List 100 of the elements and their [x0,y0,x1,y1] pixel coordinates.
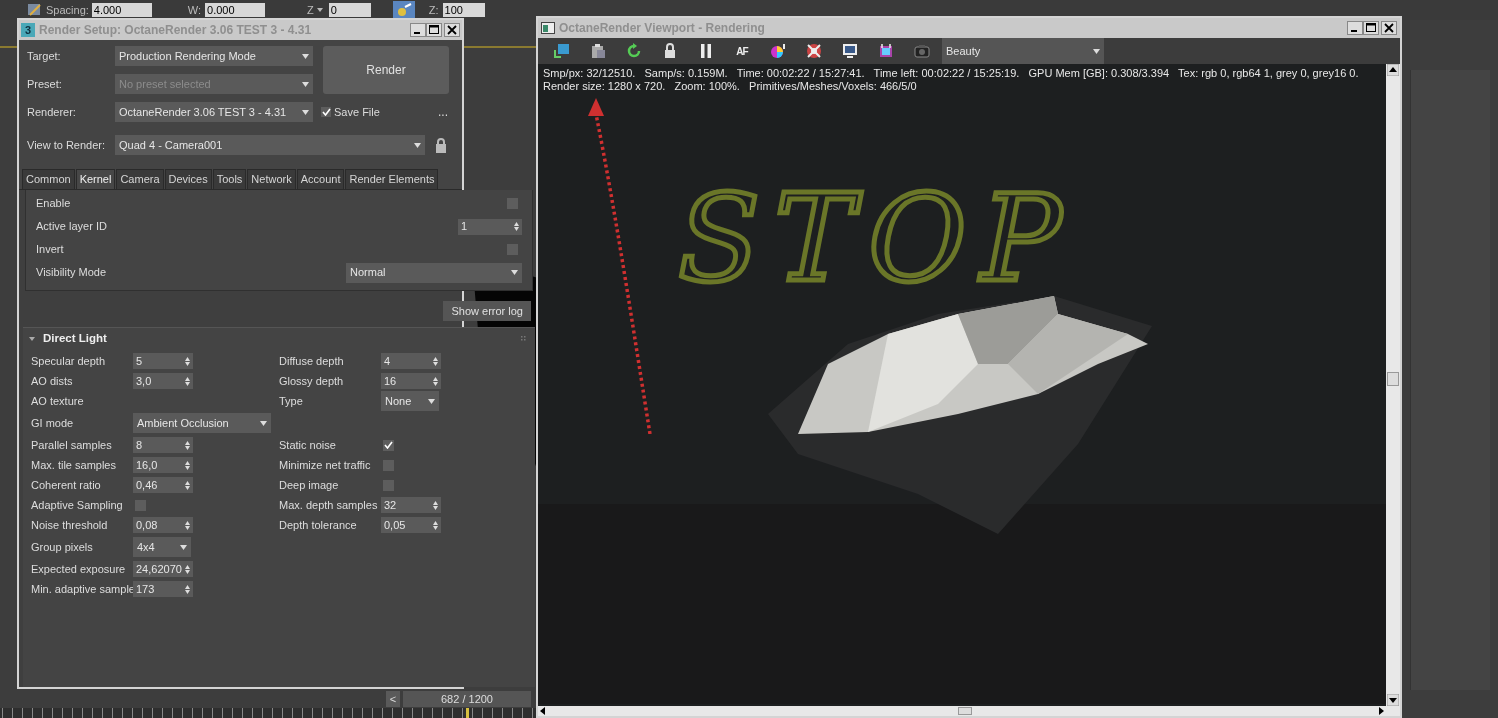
show-error-log-button[interactable]: Show error log [443,301,531,321]
axis-dropdown[interactable]: Z [307,1,323,19]
spinner-field[interactable]: 5 [133,353,193,369]
checkbox[interactable] [507,198,518,209]
minimize-icon[interactable] [1347,21,1363,35]
spinner-field[interactable]: 1 [458,218,522,235]
window-icon [541,22,555,34]
camera-icon[interactable] [913,42,931,60]
maximize-icon[interactable] [1363,21,1379,35]
color-wheel-icon[interactable] [769,42,787,60]
field-label: Spacing: [46,2,89,18]
spinner-field[interactable]: 0,46 [133,477,193,493]
width-field[interactable]: 0.000 [205,3,266,17]
checkbox[interactable] [383,459,394,471]
tab[interactable]: Account [296,169,345,189]
caret-icon [302,81,309,87]
close-icon[interactable] [1381,21,1397,35]
import-icon[interactable] [553,42,571,60]
caret-icon [260,420,267,426]
field-label: Expected exposure [31,561,127,577]
checkbox[interactable] [507,244,518,255]
spinner-arrows-icon [185,440,190,450]
previous-frame-button[interactable]: < [386,691,400,707]
caret-icon [1093,48,1100,54]
more-button[interactable]: ... [438,103,448,121]
field-label: Enable [36,196,71,212]
scrollbar-thumb[interactable] [958,707,972,715]
tab[interactable]: Common [22,169,75,189]
spinner-field[interactable]: 3,0 [133,373,193,389]
window-title: Render Setup: OctaneRender 3.06 TEST 3 - 4.31 [39,22,313,39]
field-label: Diffuse depth [279,353,345,369]
lock-icon[interactable] [435,137,447,153]
minimize-icon[interactable] [410,23,426,37]
vertical-scrollbar[interactable] [1386,64,1400,706]
field-label: Max. depth samples [279,497,379,513]
scrollbar-thumb[interactable] [1387,372,1399,386]
checkmark-icon [321,108,331,116]
field-label: Parallel samples [31,437,113,453]
z-field[interactable]: 0 [328,3,371,17]
tab[interactable]: Render Elements [345,169,439,189]
tab[interactable]: Devices [164,169,212,189]
spinner-field[interactable]: 4 [381,353,441,369]
clipboard-icon[interactable] [589,42,607,60]
spinner-field[interactable]: 8 [133,437,193,453]
refresh-icon[interactable] [625,42,643,60]
render-button[interactable]: Render [323,46,449,94]
pass-dropdown[interactable]: Beauty [942,38,1104,64]
view-dropdown[interactable]: Quad 4 - Camera001 [115,135,425,155]
field-label: W: [187,2,202,18]
checkbox[interactable] [383,439,394,451]
snap-tool-icon[interactable] [392,1,415,19]
horizontal-scrollbar[interactable] [538,706,1400,716]
field-label: Target: [27,48,62,64]
tab[interactable]: Camera [116,169,164,189]
spinner-field[interactable]: 16,0 [133,457,193,473]
dropdown[interactable]: None [381,391,439,411]
gi-mode-dropdown[interactable]: Ambient Occlusion [133,413,271,433]
field-label: Static noise [279,437,337,453]
af-icon[interactable]: AF [736,43,748,59]
tab[interactable]: Kernel [75,169,116,189]
render-stats-text: Render size: 1280 x 720. Zoom: 100%. Primitives/Meshes/Voxels: 466/5/0 [543,80,918,93]
spinner-field[interactable]: 24,62070 [133,561,193,577]
checkbox[interactable] [135,499,146,511]
tab[interactable]: Tools [212,169,247,189]
spinner-arrows-icon [185,460,190,470]
dropdown[interactable]: 4x4 [133,537,191,557]
disclosure-triangle-icon[interactable] [29,336,35,342]
spinner-field[interactable]: 32 [381,497,441,513]
field-label: Depth tolerance [279,517,358,533]
section-title: Direct Light [43,331,107,347]
field-label: View to Render: [27,137,107,153]
frame-counter[interactable]: 682 / 1200 [403,691,531,707]
spinner-field[interactable]: 16 [381,373,441,389]
field-label: Adaptive Sampling [31,497,124,513]
spinner-field[interactable]: 0,05 [381,517,441,533]
spinner-field[interactable]: 0,08 [133,517,193,533]
visibility-dropdown[interactable]: Normal [346,262,522,283]
spinner-field[interactable]: 173 [133,581,193,597]
save-file-checkbox[interactable]: Save File [321,103,380,121]
tab[interactable]: Network [247,169,296,189]
spinner-arrows-icon [514,222,519,231]
close-icon[interactable] [444,23,460,37]
field-label: Type [279,393,304,409]
monitor-icon[interactable] [841,42,859,60]
field-label: Deep image [279,477,340,493]
crop-frame-icon[interactable] [877,42,895,60]
field-label: Noise threshold [31,517,109,533]
grip-icon [521,336,527,342]
spinner-arrows-icon [185,584,190,594]
field-label: Max. tile samples [31,457,117,473]
z-field[interactable]: 100 [442,3,485,17]
caret-icon [414,142,421,148]
maximize-icon[interactable] [426,23,442,37]
renderer-dropdown[interactable]: OctaneRender 3.06 TEST 3 - 4.31 [115,102,313,122]
checkbox[interactable] [383,479,394,491]
caret-icon [316,8,323,12]
field-label: Coherent ratio [31,477,102,493]
spacing-field[interactable]: 4.000 [91,3,152,17]
target-dropdown[interactable]: Production Rendering Mode [115,46,313,66]
field-label: Z: [428,2,439,18]
